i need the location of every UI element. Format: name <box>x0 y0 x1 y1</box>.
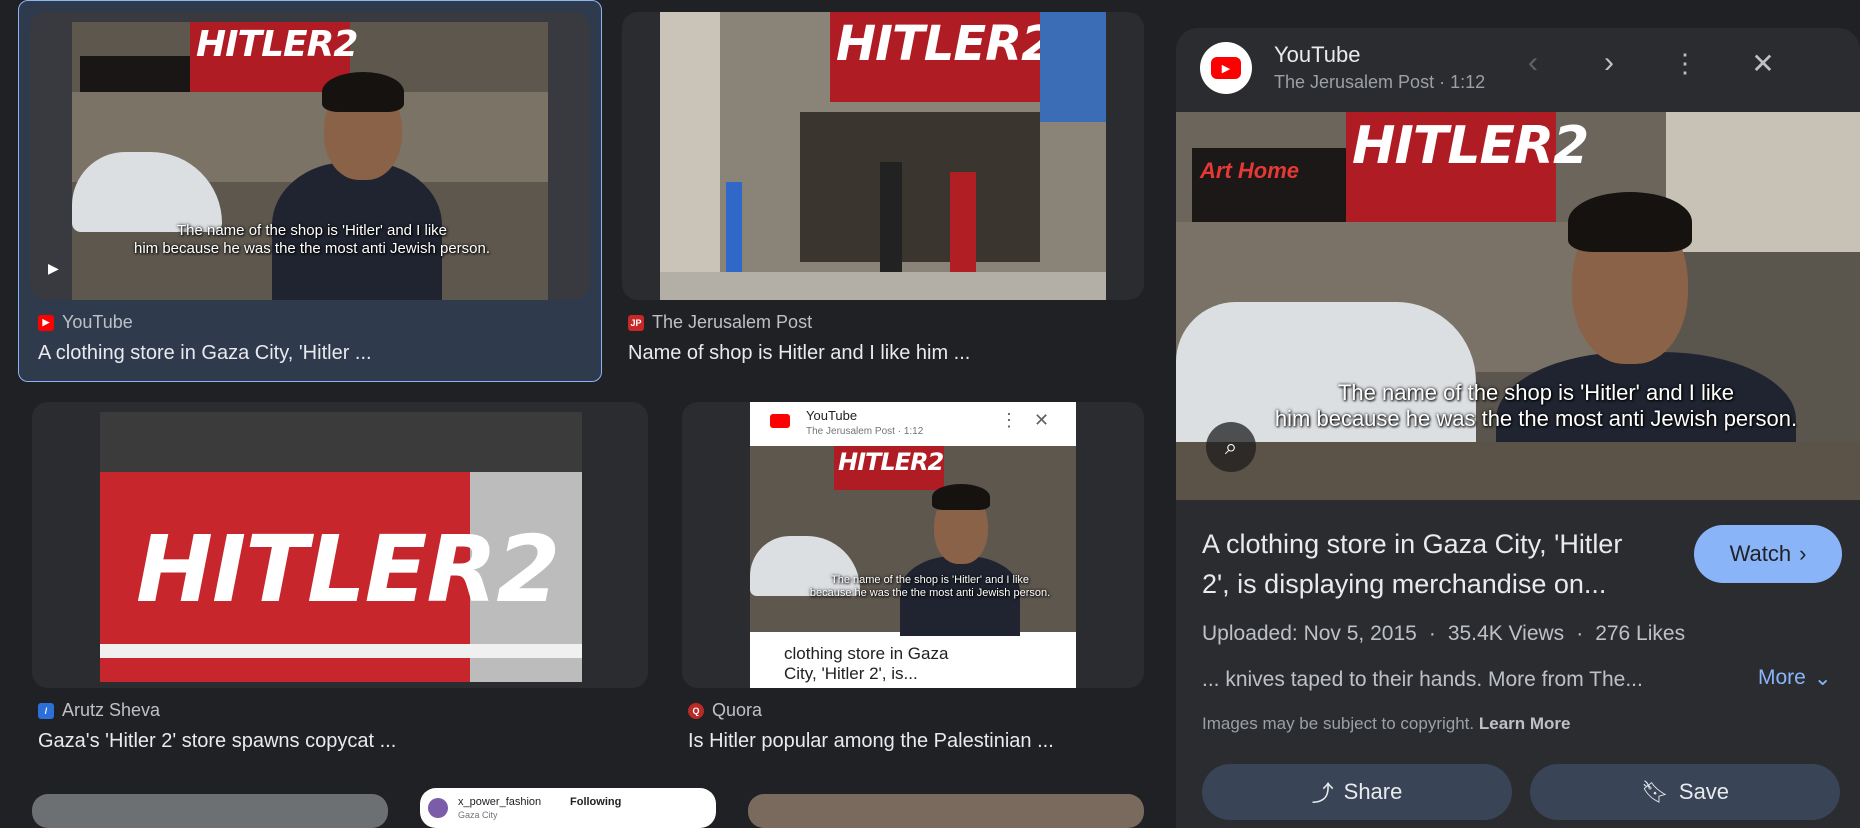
quora-icon: Q <box>688 702 704 719</box>
result-title[interactable]: Gaza's 'Hitler 2' store spawns copycat .… <box>38 730 396 753</box>
result-thumbnail-6[interactable]: x_power_fashion Following Gaza City <box>420 788 716 828</box>
chevron-right-icon[interactable]: › <box>1586 40 1632 86</box>
arutz-sheva-icon: / <box>38 702 54 719</box>
chevron-left-icon[interactable]: ‹ <box>1510 40 1556 86</box>
close-icon[interactable]: ✕ <box>1740 40 1786 86</box>
more-options-icon[interactable]: ⋮ <box>1662 40 1708 86</box>
watch-button[interactable]: Watch › <box>1694 525 1842 583</box>
screenshot-photo: YouTube The Jerusalem Post · 1:12 ⋮ ✕ HI… <box>750 402 1076 688</box>
play-icon: ▶ <box>48 260 59 276</box>
preview-image[interactable]: Art Home HITLER2 The name of the shop is… <box>1176 112 1860 500</box>
result-source: The Jerusalem Post <box>652 312 813 332</box>
save-button[interactable]: 🔖︎ Save <box>1530 764 1840 820</box>
jerusalem-post-icon: JP <box>628 314 644 331</box>
share-button[interactable]: ⤴ Share <box>1202 764 1512 820</box>
result-thumbnail-3[interactable]: HITLER2 <box>32 402 648 688</box>
upload-date: Uploaded: Nov 5, 2015 <box>1202 622 1417 645</box>
result-title[interactable]: Name of shop is Hitler and I like him ..… <box>628 342 970 365</box>
result-title[interactable]: Is Hitler popular among the Palestinian … <box>688 730 1054 753</box>
result-title[interactable]: A clothing store in Gaza City, 'Hitler .… <box>38 342 372 365</box>
result-source: Arutz Sheva <box>62 700 161 720</box>
sign-photo: HITLER2 <box>100 412 582 682</box>
shop-photo: HITLER2 <box>660 12 1106 300</box>
preview-snippet: ... knives taped to their hands. More fr… <box>1202 668 1643 691</box>
shop-sign: HITLER2 <box>1352 116 1589 176</box>
lens-search-icon[interactable]: ⌕ <box>1206 422 1256 472</box>
like-count: 276 Likes <box>1595 622 1686 645</box>
result-thumbnail-2[interactable]: HITLER2 <box>622 12 1144 300</box>
image-search-page: HITLER2 The name of the shop is 'Hitler'… <box>0 0 1860 828</box>
view-count: 35.4K Views <box>1447 622 1565 645</box>
youtube-logo-icon: ▶ <box>1200 42 1252 94</box>
chevron-down-icon: ⌄ <box>1813 667 1832 690</box>
preview-title-line[interactable]: 2', is displaying merchandise on... <box>1202 564 1672 604</box>
art-home-sign: Art Home <box>1200 158 1300 183</box>
caption-line: The name of the shop is 'Hitler' and I l… <box>176 222 448 239</box>
result-source: Quora <box>712 700 763 720</box>
preview-title-line[interactable]: A clothing store in Gaza City, 'Hitler <box>1202 524 1672 564</box>
preview-source[interactable]: YouTube <box>1274 42 1360 68</box>
share-icon: ⤴ <box>1311 781 1334 806</box>
copyright-notice: Images may be subject to copyright. <box>1202 714 1475 733</box>
shop-sign: HITLER2 <box>836 16 1055 72</box>
avatar <box>428 798 448 818</box>
shop-sign: HITLER2 <box>196 24 358 65</box>
caption-line: The name of the shop is 'Hitler' and I l… <box>1337 380 1735 405</box>
learn-more-link[interactable]: Learn More <box>1479 714 1571 733</box>
result-thumbnail-1[interactable]: HITLER2 The name of the shop is 'Hitler'… <box>30 12 590 300</box>
result-source: YouTube <box>62 312 133 332</box>
caption-line: him because he was the the most anti Jew… <box>1274 406 1798 432</box>
shop-sign: HITLER2 <box>136 516 560 623</box>
video-still: HITLER2 The name of the shop is 'Hitler'… <box>72 22 548 300</box>
result-thumbnail-7[interactable] <box>748 794 1144 828</box>
chevron-right-icon: › <box>1799 541 1807 566</box>
preview-subtitle: The Jerusalem Post · 1:12 <box>1274 72 1486 92</box>
bookmark-icon: 🔖︎ <box>1640 779 1669 804</box>
result-thumbnail-4[interactable]: YouTube The Jerusalem Post · 1:12 ⋮ ✕ HI… <box>682 402 1144 688</box>
youtube-icon: ▶ <box>38 314 54 331</box>
caption-line: him because he was the the most anti Jew… <box>133 240 491 257</box>
result-thumbnail-5[interactable] <box>32 794 388 828</box>
preview-panel: ▶ YouTube The Jerusalem Post · 1:12 ‹ › … <box>1176 28 1860 828</box>
more-button[interactable]: More ⌄ <box>1758 666 1831 691</box>
